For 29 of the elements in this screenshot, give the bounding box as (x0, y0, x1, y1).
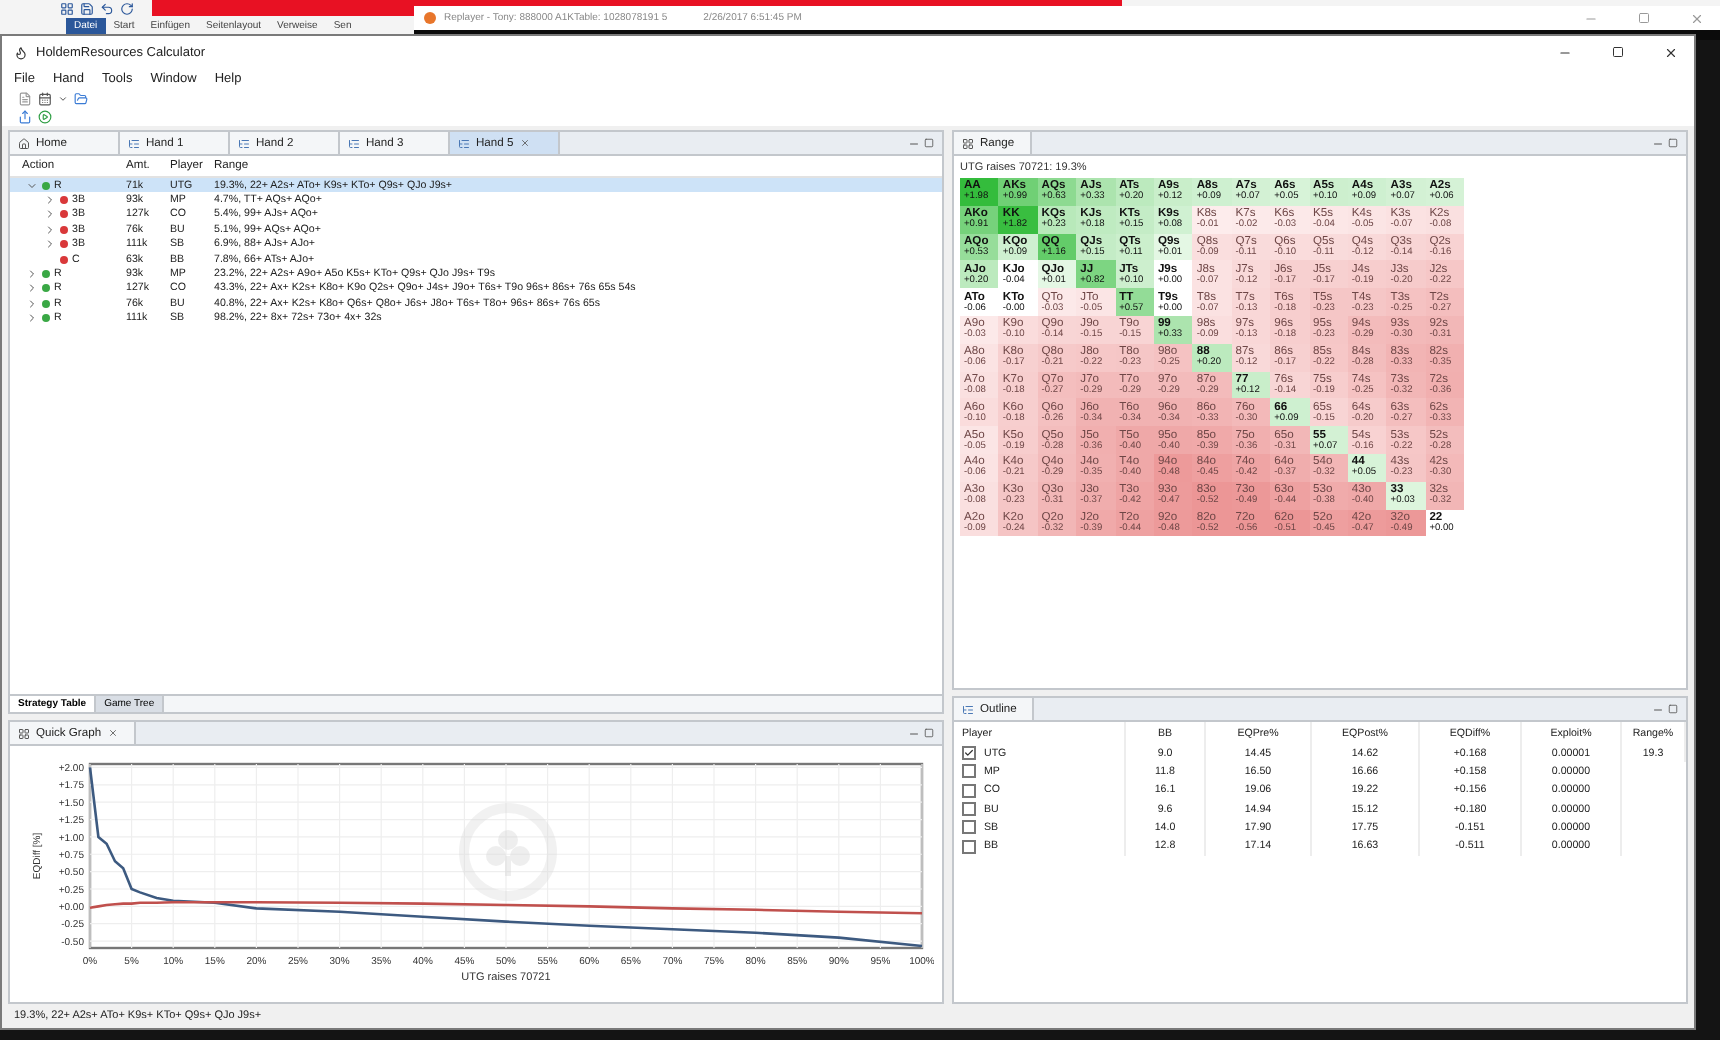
checkbox[interactable] (962, 802, 976, 817)
export-icon[interactable] (18, 110, 32, 124)
checkbox[interactable] (962, 746, 976, 761)
redo-icon[interactable] (120, 2, 134, 16)
minimize-icon[interactable] (908, 727, 920, 739)
save-icon[interactable] (80, 2, 94, 16)
folder-icon[interactable] (74, 92, 88, 106)
grid-icon (962, 137, 974, 149)
calendar-icon[interactable] (38, 92, 52, 106)
outline-icon (962, 703, 974, 715)
checkbox[interactable] (962, 764, 976, 779)
checkbox[interactable] (962, 820, 976, 835)
new-file-icon[interactable] (18, 92, 32, 106)
home-icon (18, 137, 30, 149)
minimize-icon[interactable] (1652, 703, 1664, 715)
checkbox[interactable] (962, 783, 976, 798)
minimize-icon[interactable] (908, 137, 920, 149)
play-icon[interactable] (38, 110, 52, 124)
checkbox[interactable] (962, 839, 976, 854)
minimize-icon[interactable] (1652, 137, 1664, 149)
maximize-icon[interactable] (1612, 46, 1624, 58)
undo-icon[interactable] (100, 2, 114, 16)
tree-icon (348, 137, 360, 149)
tree-icon (128, 137, 140, 149)
tree-icon (238, 137, 250, 149)
club-logo-icon (459, 803, 557, 901)
tree-icon (458, 137, 470, 149)
caret-icon[interactable] (58, 94, 68, 104)
close-icon[interactable] (1664, 45, 1678, 59)
